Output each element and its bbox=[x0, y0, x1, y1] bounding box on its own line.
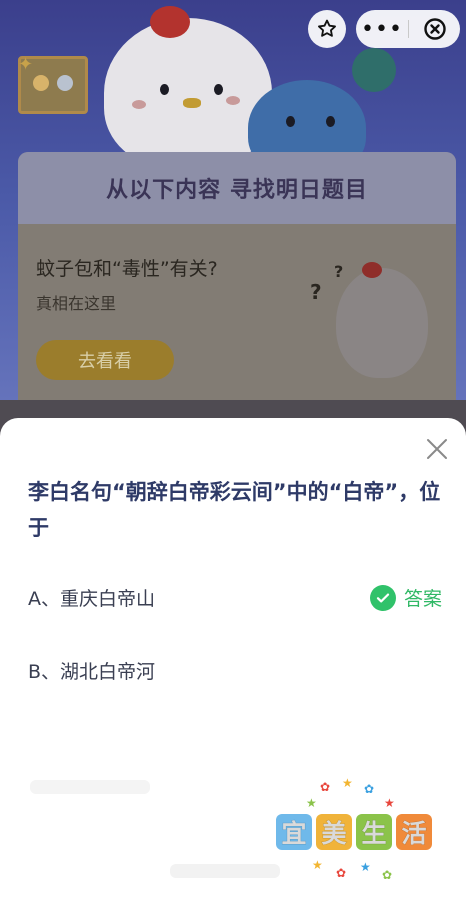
logo-char: 美 bbox=[316, 814, 352, 850]
globe-icon bbox=[352, 48, 396, 92]
star-decoration: ★ bbox=[360, 860, 371, 874]
option-a-label: A、重庆白帝山 bbox=[28, 587, 155, 610]
star-decoration: ★ bbox=[384, 796, 395, 810]
medal-icon bbox=[33, 75, 49, 91]
sheet-close-button[interactable] bbox=[424, 436, 450, 462]
star-decoration: ★ bbox=[312, 858, 323, 872]
question-text: 李白名句“朝辞白帝彩云间”中的“白帝”，位于 bbox=[28, 480, 441, 540]
star-decoration: ★ bbox=[342, 776, 353, 790]
card-header-title: 从以下内容 寻找明日题目 bbox=[106, 178, 368, 203]
flower-decoration: ✿ bbox=[336, 866, 347, 880]
check-circle-icon bbox=[370, 584, 396, 611]
faint-placeholder bbox=[30, 780, 150, 794]
circle-close-icon bbox=[423, 18, 446, 40]
chick-mascot bbox=[104, 18, 272, 168]
flower-decoration: ✿ bbox=[382, 868, 393, 882]
more-button[interactable]: ••• bbox=[356, 10, 408, 48]
logo-char: 生 bbox=[356, 814, 392, 850]
card-header: 从以下内容 寻找明日题目 bbox=[18, 152, 456, 224]
question-mark-icon: ? bbox=[310, 280, 322, 304]
logo-char: 宜 bbox=[276, 814, 312, 850]
option-b-label: B、湖北白帝河 bbox=[28, 660, 156, 683]
option-b[interactable]: B、湖北白帝河 bbox=[28, 653, 438, 687]
star-outline-icon bbox=[318, 19, 336, 37]
flower-decoration: ✿ bbox=[364, 782, 375, 796]
medal-icon bbox=[57, 75, 73, 91]
card-go-button[interactable]: 去看看 bbox=[36, 340, 174, 380]
answer-label: 答案 bbox=[404, 588, 443, 610]
blue-mascot-eye bbox=[286, 116, 295, 127]
question-mark-icon: ? bbox=[334, 262, 344, 281]
answer-badge: 答案 bbox=[370, 584, 442, 611]
logo-tiles: 宜 美 生 活 bbox=[276, 814, 432, 850]
exit-button[interactable] bbox=[409, 10, 460, 48]
watermark-logo: ✿ ★ ✿ ★ ★ 宜 美 生 活 ★ ✿ ★ ✿ bbox=[272, 774, 434, 886]
flower-decoration: ✿ bbox=[320, 780, 331, 794]
thinking-chick-mascot bbox=[336, 268, 428, 378]
thinking-chick-comb bbox=[362, 262, 382, 278]
card-body: 蚊子包和“毒性”有关? 真相在这里 去看看 bbox=[18, 224, 456, 412]
chick-cheek bbox=[132, 100, 146, 109]
logo-char: 活 bbox=[396, 814, 432, 850]
chick-cheek bbox=[226, 96, 240, 105]
favorite-button[interactable] bbox=[308, 10, 346, 48]
card-subtitle: 真相在这里 bbox=[36, 294, 117, 313]
chick-beak bbox=[183, 98, 201, 108]
mini-program-capsule: ••• bbox=[356, 10, 460, 48]
card-question: 蚊子包和“毒性”有关? bbox=[36, 258, 218, 280]
more-dots-icon: ••• bbox=[361, 16, 403, 42]
chick-eye bbox=[160, 84, 169, 95]
chick-comb bbox=[150, 6, 190, 38]
faint-placeholder bbox=[170, 864, 280, 878]
star-decoration: ★ bbox=[306, 796, 317, 810]
blue-mascot-eye bbox=[326, 116, 335, 127]
close-x-icon bbox=[427, 439, 447, 459]
sparkle-icon: ✦ bbox=[18, 54, 34, 75]
tomorrow-topic-card: 从以下内容 寻找明日题目 蚊子包和“毒性”有关? 真相在这里 去看看 bbox=[18, 152, 456, 412]
chick-eye bbox=[214, 84, 223, 95]
